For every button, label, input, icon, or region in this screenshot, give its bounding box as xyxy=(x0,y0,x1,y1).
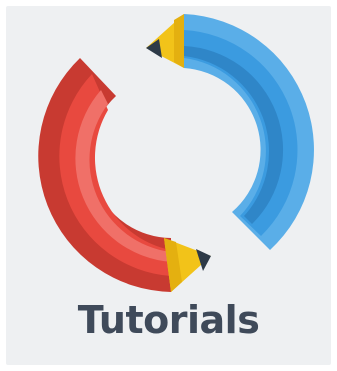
tutorials-pencils-icon xyxy=(38,14,314,292)
tutorials-tile[interactable]: Tutorials xyxy=(6,6,331,365)
tutorials-label: Tutorials xyxy=(77,298,260,342)
